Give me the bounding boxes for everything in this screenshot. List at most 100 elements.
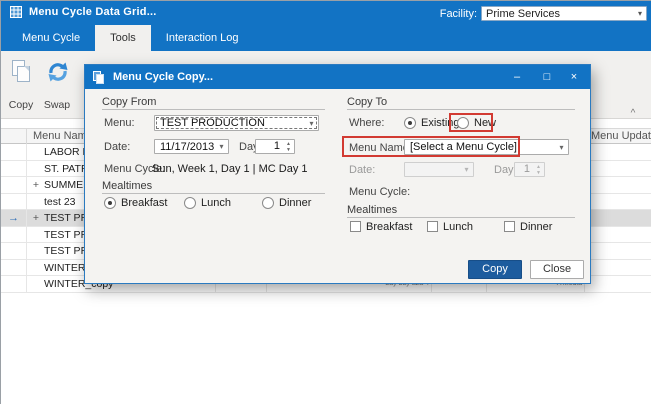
copy-to-group-label: Copy To xyxy=(347,96,388,108)
from-radio-lunch[interactable]: Lunch xyxy=(184,196,231,209)
copy-button[interactable]: Copy xyxy=(468,260,522,279)
radio-label: Breakfast xyxy=(121,196,168,209)
grid-column-line xyxy=(26,243,27,259)
grid-column-line xyxy=(26,177,27,193)
radio-icon xyxy=(184,196,196,209)
from-date-value: 11/17/2013 xyxy=(160,140,215,153)
grid-column-line xyxy=(26,276,27,292)
copy-tool-label: Copy xyxy=(8,99,34,111)
menu-cycle-copy-dialog: Menu Cycle Copy... – □ × Copy From Menu:… xyxy=(84,64,591,284)
expand-placeholder xyxy=(30,276,42,292)
expand-placeholder xyxy=(30,260,42,276)
radio-icon xyxy=(262,196,274,209)
to-date-picker-disabled: ▾ xyxy=(404,162,474,177)
facility-label: Facility: xyxy=(439,7,477,20)
grid-column-line xyxy=(26,160,27,176)
to-checkbox-lunch[interactable]: Lunch xyxy=(427,220,473,233)
from-menu-dropdown[interactable]: TEST PRODUCTION ▾ xyxy=(154,115,319,131)
to-mealtimes-group-label: Mealtimes xyxy=(347,204,398,216)
menu-name-cell: test 23 xyxy=(44,195,76,208)
checkbox-label: Dinner xyxy=(520,220,553,233)
radio-icon xyxy=(457,116,469,129)
checkbox-label: Breakfast xyxy=(366,220,413,233)
checkbox-label: Lunch xyxy=(443,220,473,233)
grid-column-line xyxy=(26,259,27,275)
to-menu-name-dropdown[interactable]: [Select a Menu Cycle] ▾ xyxy=(404,139,569,155)
from-menu-value: TEST PRODUCTION xyxy=(160,117,265,129)
to-menu-name-label: Menu Name: xyxy=(349,142,412,154)
chevron-down-icon: ▾ xyxy=(464,165,469,174)
chevron-down-icon: ▾ xyxy=(637,9,642,18)
row-indicator xyxy=(1,194,26,210)
grid-column-line xyxy=(26,144,27,160)
chevron-down-icon: ▾ xyxy=(559,142,564,152)
expand-plus-icon[interactable]: + xyxy=(30,177,42,193)
to-day-stepper-disabled: 1 ▲ ▼ xyxy=(514,162,545,177)
current-row-arrow-icon: → xyxy=(8,212,19,224)
to-day-value: 1 xyxy=(523,163,530,175)
tab-tools[interactable]: Tools xyxy=(95,25,151,51)
radio-selected-icon xyxy=(104,196,116,209)
from-radio-dinner[interactable]: Dinner xyxy=(262,196,311,209)
collapse-ribbon-icon[interactable]: ^ xyxy=(626,108,640,119)
grid-column-line xyxy=(26,210,27,226)
facility-value: Prime Services xyxy=(486,7,560,20)
app-window: { "window": { "title": "Menu Cycle Data … xyxy=(0,0,651,405)
from-menu-cycle-value: Sun, Week 1, Day 1 | MC Day 1 xyxy=(152,163,308,175)
expand-placeholder xyxy=(30,161,42,177)
dialog-title: Menu Cycle Copy... xyxy=(113,71,214,83)
copy-pages-icon xyxy=(12,60,32,84)
from-date-picker[interactable]: 11/17/2013 ▾ xyxy=(154,139,229,154)
chevron-down-icon: ▾ xyxy=(219,142,224,151)
to-mealtimes-divider xyxy=(347,217,575,218)
row-indicator xyxy=(1,227,26,243)
from-day-stepper[interactable]: 1 ▲ ▼ xyxy=(255,139,295,154)
checkbox-icon xyxy=(427,221,438,232)
to-checkbox-breakfast[interactable]: Breakfast xyxy=(350,220,412,233)
dialog-close-button[interactable]: × xyxy=(566,69,582,85)
close-button[interactable]: Close xyxy=(530,260,584,279)
spinner-arrows-icon: ▲ ▼ xyxy=(536,163,541,176)
facility-selector: Facility: Prime Services ▾ xyxy=(440,6,647,21)
radio-label: Dinner xyxy=(279,196,312,209)
ribbon-tabbar: Menu Cycle Tools Interaction Log xyxy=(1,23,651,51)
to-where-label: Where: xyxy=(349,117,385,129)
expand-placeholder xyxy=(30,243,42,259)
to-checkbox-dinner[interactable]: Dinner xyxy=(504,220,552,233)
from-mealtimes-divider xyxy=(102,193,325,194)
copy-tool-button[interactable]: Copy xyxy=(3,55,39,113)
row-indicator xyxy=(1,177,26,193)
row-indicator xyxy=(1,276,26,292)
copy-from-divider xyxy=(102,109,325,110)
to-menu-cycle-label: Menu Cycle: xyxy=(349,186,411,198)
chevron-down-icon: ▾ xyxy=(309,118,314,128)
spinner-arrows-icon[interactable]: ▲ ▼ xyxy=(283,140,294,153)
row-indicator xyxy=(1,161,26,177)
checkbox-icon xyxy=(504,221,515,232)
copy-from-group-label: Copy From xyxy=(102,96,157,108)
tab-menu-cycle[interactable]: Menu Cycle xyxy=(7,25,95,51)
to-menu-name-value: [Select a Menu Cycle] xyxy=(410,141,517,153)
swap-tool-label: Swap xyxy=(43,99,71,111)
radio-label: Existing xyxy=(421,116,460,129)
swap-arrows-icon xyxy=(48,62,68,82)
column-header-menu-update[interactable]: Menu Update xyxy=(584,129,651,144)
radio-label: New xyxy=(474,116,497,129)
dialog-minimize-button[interactable]: – xyxy=(509,69,525,85)
expand-plus-icon[interactable]: + xyxy=(30,210,42,226)
grid-column-line xyxy=(26,193,27,209)
from-date-label: Date: xyxy=(104,141,131,153)
grid-app-icon xyxy=(10,6,22,18)
grid-column-line xyxy=(26,226,27,242)
row-indicator xyxy=(1,243,26,259)
to-radio-existing[interactable]: Existing xyxy=(404,116,460,129)
facility-dropdown[interactable]: Prime Services ▾ xyxy=(481,6,647,21)
tab-interaction-log[interactable]: Interaction Log xyxy=(151,25,254,51)
swap-tool-button[interactable]: Swap xyxy=(39,55,75,113)
copy-to-divider xyxy=(347,109,575,110)
to-radio-new[interactable]: New xyxy=(457,116,496,129)
dialog-maximize-button[interactable]: □ xyxy=(539,69,555,85)
checkbox-icon xyxy=(350,221,361,232)
from-radio-breakfast[interactable]: Breakfast xyxy=(104,196,167,209)
row-indicator xyxy=(1,260,26,276)
